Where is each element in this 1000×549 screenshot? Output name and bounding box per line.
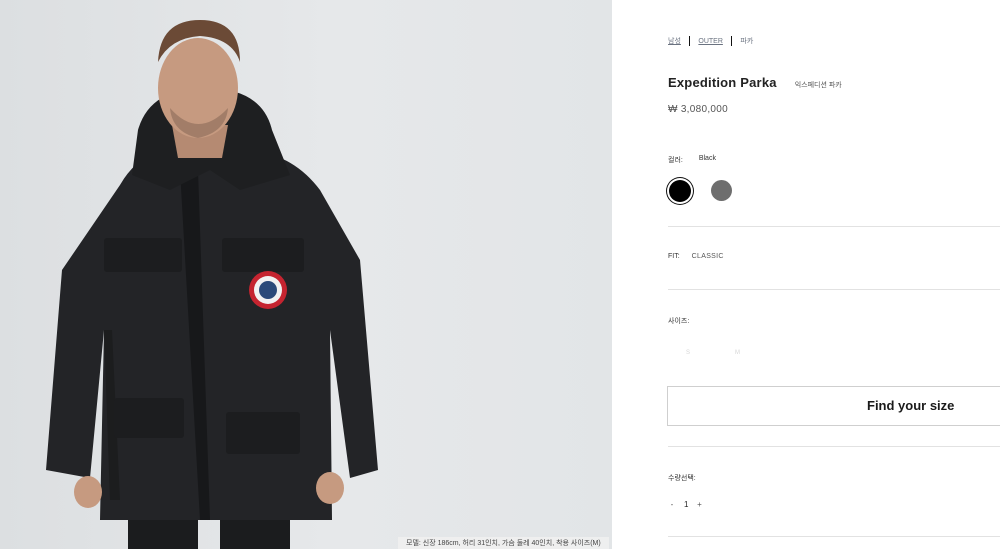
- breadcrumb-separator: [730, 36, 733, 46]
- product-detail-panel: 남성 OUTER 파카 Expedition Parka 익스페디션 파카 ₩ …: [612, 0, 1000, 549]
- product-title-row: Expedition Parka 익스페디션 파카: [668, 75, 842, 90]
- section-divider: [668, 446, 1000, 447]
- section-divider: [668, 289, 1000, 290]
- quantity-decrease-button[interactable]: -: [668, 500, 676, 509]
- color-selection-row: 컬러: Black: [668, 155, 716, 165]
- fit-row: FIT: CLASSIC: [668, 253, 724, 260]
- product-image: 모델: 신장 186cm, 허리 31인치, 가슴 둘레 40인치, 착용 사이…: [0, 0, 612, 549]
- breadcrumb-current-parka: 파카: [740, 38, 754, 45]
- breadcrumb: 남성 OUTER 파카: [668, 36, 753, 46]
- model-photo-illustration: [46, 20, 378, 549]
- quantity-increase-button[interactable]: +: [695, 500, 703, 509]
- find-your-size-button[interactable]: Find your size: [667, 386, 1000, 426]
- product-title-local: 익스페디션 파카: [794, 82, 842, 89]
- size-option-s[interactable]: S: [686, 350, 690, 356]
- section-divider: [668, 226, 1000, 227]
- model-size-caption: 모델: 신장 186cm, 허리 31인치, 가슴 둘레 40인치, 착용 사이…: [398, 537, 609, 549]
- fit-value: CLASSIC: [691, 253, 724, 260]
- color-swatch-black[interactable]: [669, 180, 691, 202]
- product-price: ₩ 3,080,000: [668, 104, 729, 115]
- breadcrumb-separator: [688, 36, 691, 46]
- fit-label: FIT:: [668, 253, 680, 260]
- quantity-value: 1: [684, 500, 689, 509]
- color-label: 컬러:: [668, 157, 683, 164]
- size-option-m[interactable]: M: [735, 350, 740, 356]
- quantity-label: 수량선택:: [668, 475, 696, 482]
- product-title: Expedition Parka: [668, 75, 777, 90]
- breadcrumb-link-outer[interactable]: OUTER: [698, 38, 723, 45]
- section-divider: [668, 536, 1000, 537]
- quantity-stepper: - 1 +: [668, 500, 703, 509]
- breadcrumb-link-men[interactable]: 남성: [668, 36, 681, 46]
- selected-color-name: Black: [698, 155, 716, 162]
- color-swatch-grey[interactable]: [711, 180, 732, 201]
- size-label: 사이즈:: [668, 318, 690, 325]
